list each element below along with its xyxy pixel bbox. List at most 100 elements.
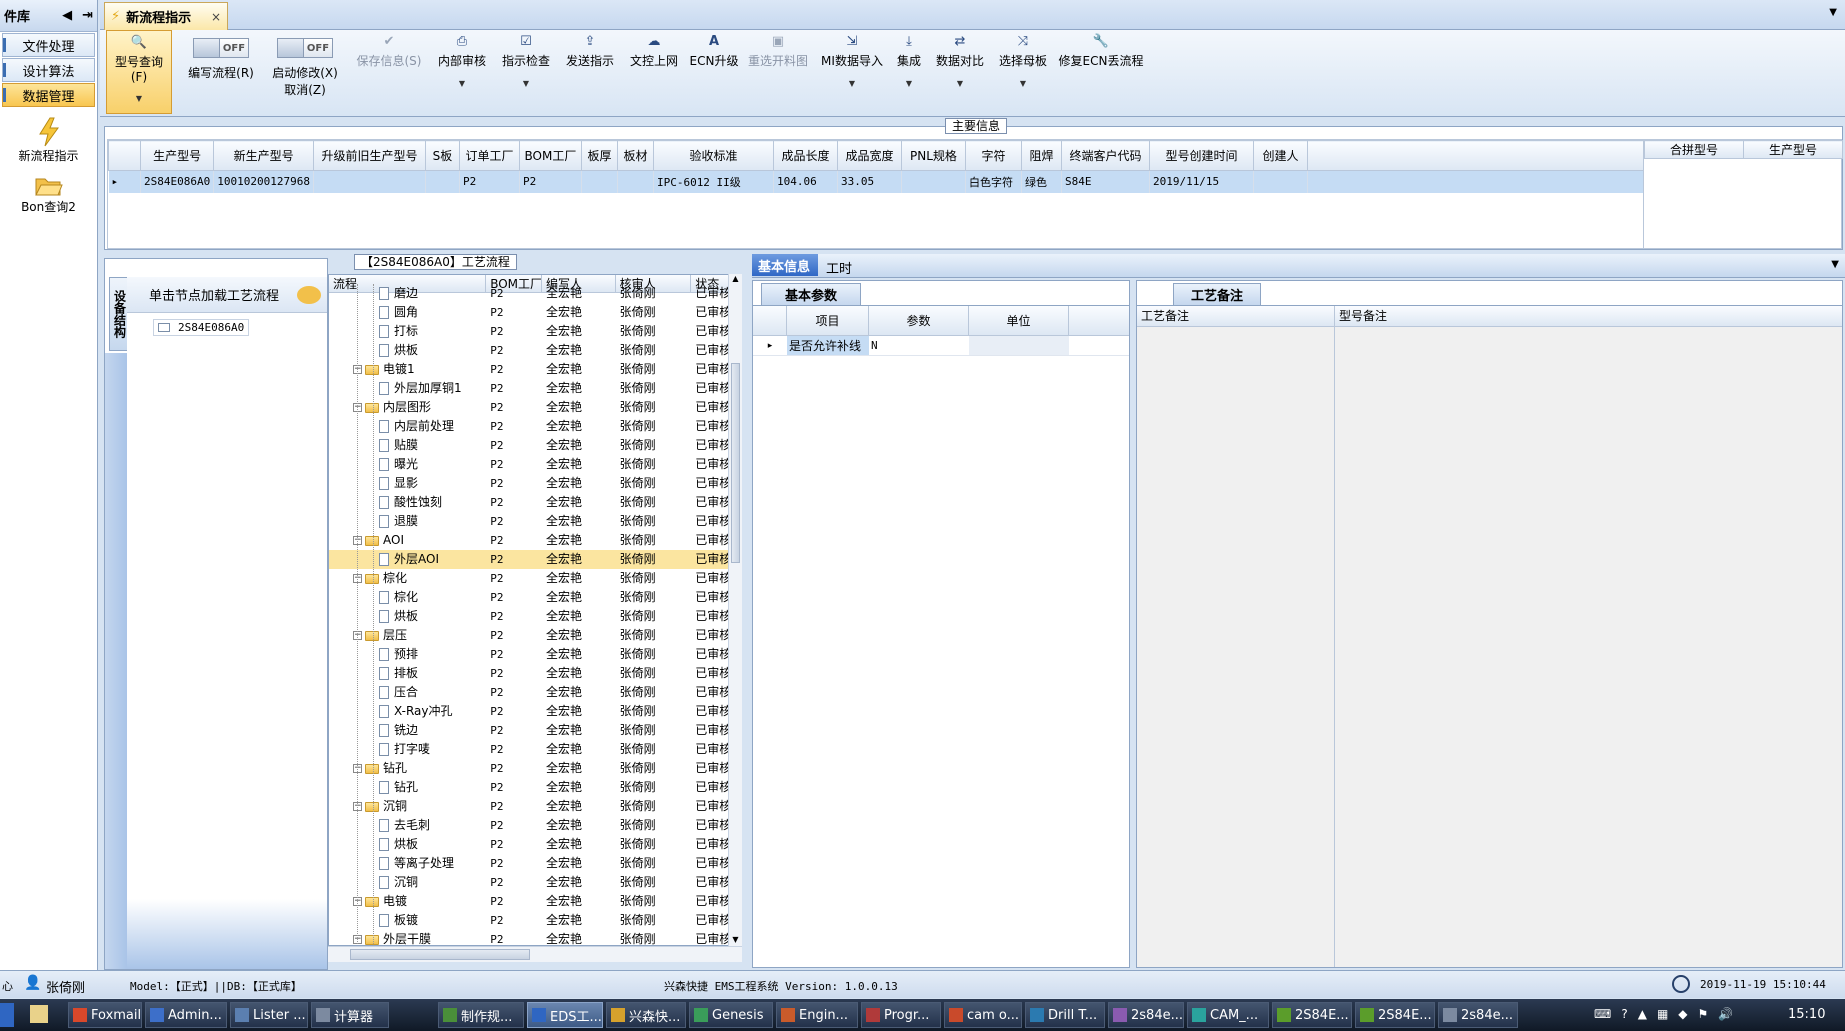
process-row[interactable]: 去毛刺 P2 全宏艳 张倚刚 已审核 <box>329 816 741 835</box>
cell[interactable]: 全宏艳 <box>542 854 616 873</box>
internal-review-button[interactable]: ⎙ 内部审核 ▼ <box>432 30 492 114</box>
cell[interactable]: 全宏艳 <box>542 740 616 759</box>
cell[interactable]: P2 <box>486 645 542 664</box>
cell[interactable]: 2019/11/15 <box>1149 170 1254 193</box>
process-row[interactable]: − 电镀1 P2 全宏艳 张倚刚 已审核 <box>329 360 741 379</box>
cell[interactable]: 全宏艳 <box>542 607 616 626</box>
col-header[interactable]: 板材 <box>616 140 654 171</box>
taskbar-item[interactable]: cam o... <box>944 1002 1022 1028</box>
volume-icon[interactable]: 🔊 <box>1718 1007 1733 1021</box>
process-row[interactable]: 沉铜 P2 全宏艳 张倚刚 已审核 <box>329 873 741 892</box>
cell[interactable]: 33.05 <box>837 170 902 193</box>
send-instruct-button[interactable]: ⇪ 发送指示 <box>560 30 620 114</box>
process-row[interactable]: 外层AOI P2 全宏艳 张倚刚 已审核 <box>329 550 741 569</box>
col-header[interactable]: 板厚 <box>580 140 618 171</box>
tab-work-hours[interactable]: 工时 <box>826 258 852 277</box>
cell[interactable] <box>969 336 1069 355</box>
cell[interactable]: 全宏艳 <box>542 911 616 930</box>
cell[interactable]: 全宏艳 <box>542 702 616 721</box>
cell[interactable]: 张倚刚 <box>616 512 692 531</box>
nav-shortcut-bom-query[interactable]: Bon查询2 <box>0 174 97 215</box>
cell[interactable]: P2 <box>486 854 542 873</box>
table-row[interactable]: ▸ 是否允许补线 N <box>753 336 1129 356</box>
process-name-cell[interactable]: 烘板 <box>329 607 486 626</box>
cell[interactable]: P2 <box>486 474 542 493</box>
col-header[interactable]: 参数 <box>869 306 969 335</box>
subtab-process-remarks[interactable]: 工艺备注 <box>1173 283 1261 305</box>
cell[interactable]: P2 <box>486 322 542 341</box>
cell[interactable]: 张倚刚 <box>616 911 692 930</box>
cell[interactable]: P2 <box>486 816 542 835</box>
cell[interactable]: 张倚刚 <box>616 607 692 626</box>
cell[interactable]: 张倚刚 <box>616 436 692 455</box>
process-row[interactable]: − 层压 P2 全宏艳 张倚刚 已审核 <box>329 626 741 645</box>
nav-item-data-management[interactable]: 数据管理 <box>2 83 95 107</box>
exit-icon[interactable]: ⇥ <box>82 8 93 23</box>
cell[interactable]: P2 <box>486 759 542 778</box>
taskbar-item[interactable]: 制作规... <box>438 1002 524 1028</box>
cell[interactable]: 全宏艳 <box>542 531 616 550</box>
cell[interactable]: P2 <box>486 436 542 455</box>
process-row[interactable]: − 电镀 P2 全宏艳 张倚刚 已审核 <box>329 892 741 911</box>
process-row[interactable]: 烘板 P2 全宏艳 张倚刚 已审核 <box>329 341 741 360</box>
col-header[interactable]: S板 <box>424 140 460 171</box>
cell[interactable]: P2 <box>486 569 542 588</box>
cell[interactable]: 张倚刚 <box>616 531 692 550</box>
cell[interactable]: 是否允许补线 <box>787 336 869 355</box>
cell[interactable]: 张倚刚 <box>616 284 692 303</box>
process-name-cell[interactable]: 磨边 <box>329 284 486 303</box>
col-header[interactable]: 单位 <box>969 306 1069 335</box>
cell[interactable]: 全宏艳 <box>542 360 616 379</box>
cell[interactable]: IPC-6012 II级 <box>653 170 774 193</box>
cell[interactable]: 全宏艳 <box>542 455 616 474</box>
col-header[interactable]: 订单工厂 <box>458 140 520 171</box>
cell[interactable]: 张倚刚 <box>616 550 692 569</box>
process-name-cell[interactable]: 显影 <box>329 474 486 493</box>
choose-material-button[interactable]: ▣ 重选开料图 <box>746 30 810 114</box>
taskbar-item[interactable]: Progr... <box>861 1002 941 1028</box>
taskbar-item[interactable]: 2S84E... <box>1272 1002 1352 1028</box>
process-name-cell[interactable]: 外层加厚铜1 <box>329 379 486 398</box>
model-query-button[interactable]: 🔍 型号查询(F) ▼ <box>106 30 172 114</box>
subtab-basic-params[interactable]: 基本参数 <box>761 283 861 305</box>
taskbar-item[interactable]: Engin... <box>776 1002 858 1028</box>
shield-icon[interactable]: ◆ <box>1678 1007 1687 1021</box>
process-name-cell[interactable]: − 沉铜 <box>329 797 486 816</box>
cell[interactable]: 全宏艳 <box>542 398 616 417</box>
cell[interactable]: P2 <box>486 303 542 322</box>
process-row[interactable]: 烘板 P2 全宏艳 张倚刚 已审核 <box>329 607 741 626</box>
cell[interactable]: 张倚刚 <box>616 721 692 740</box>
col-header[interactable]: 项目 <box>787 306 869 335</box>
process-name-cell[interactable]: X-Ray冲孔 <box>329 702 486 721</box>
cell[interactable]: P2 <box>486 683 542 702</box>
process-name-cell[interactable]: − 层压 <box>329 626 486 645</box>
explorer-icon[interactable] <box>30 1005 48 1023</box>
col-header[interactable]: 成品长度 <box>772 140 838 171</box>
cell[interactable]: 全宏艳 <box>542 303 616 322</box>
cell[interactable]: 全宏艳 <box>542 683 616 702</box>
process-row[interactable]: 压合 P2 全宏艳 张倚刚 已审核 <box>329 683 741 702</box>
cell[interactable]: P2 <box>486 588 542 607</box>
cell[interactable]: P2 <box>519 170 582 193</box>
cell[interactable]: P2 <box>486 398 542 417</box>
process-row[interactable]: 外层加厚铜1 P2 全宏艳 张倚刚 已审核 <box>329 379 741 398</box>
process-name-cell[interactable]: 打字唛 <box>329 740 486 759</box>
process-name-cell[interactable]: 酸性蚀刻 <box>329 493 486 512</box>
network-icon[interactable]: ▦ <box>1657 1007 1668 1021</box>
cell[interactable]: P2 <box>486 284 542 303</box>
cell[interactable]: 张倚刚 <box>616 664 692 683</box>
cell[interactable]: P2 <box>486 455 542 474</box>
process-name-cell[interactable]: 预排 <box>329 645 486 664</box>
process-row[interactable]: X-Ray冲孔 P2 全宏艳 张倚刚 已审核 <box>329 702 741 721</box>
arrow-left-icon[interactable]: ◀ <box>62 8 72 23</box>
cell[interactable]: P2 <box>486 379 542 398</box>
col-header[interactable]: 创建人 <box>1252 140 1308 171</box>
cell[interactable]: 全宏艳 <box>542 626 616 645</box>
cell[interactable]: P2 <box>486 702 542 721</box>
integrate-button[interactable]: ⤓ 集成 ▼ <box>892 30 926 114</box>
cell[interactable]: 张倚刚 <box>616 379 692 398</box>
cell[interactable] <box>581 170 618 193</box>
taskbar-item[interactable]: Admin... <box>145 1002 227 1028</box>
scroll-thumb[interactable] <box>350 949 530 960</box>
cell[interactable]: P2 <box>486 740 542 759</box>
